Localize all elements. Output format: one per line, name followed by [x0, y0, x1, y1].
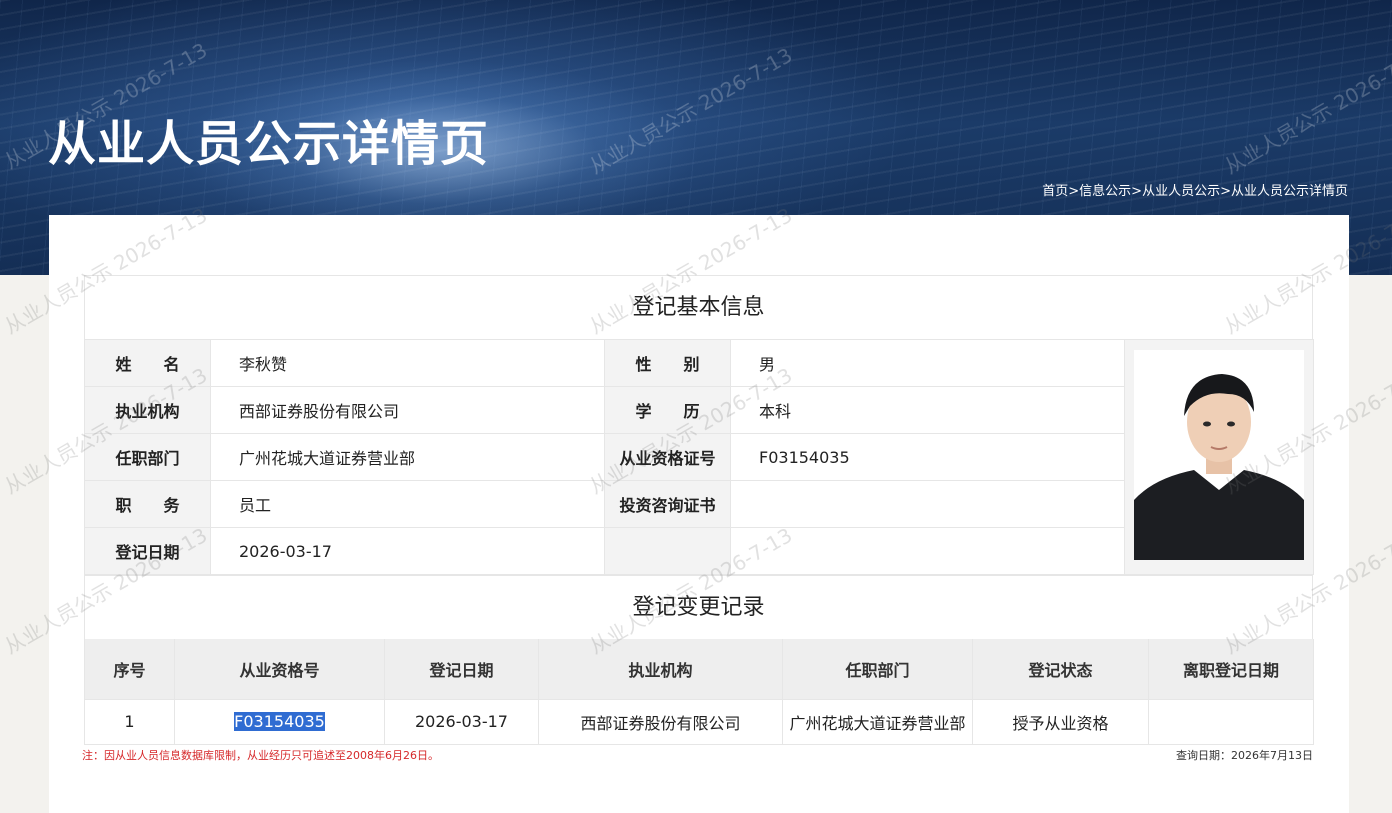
- basic-info-table: 姓 名 李秋赞 性 别 男 执业机构 西部证券股份有限公司 学 历 本科 任职部…: [84, 339, 1314, 575]
- disclaimer-note: 注：因从业人员信息数据库限制，从业经历只可追述至2008年6月26日。: [82, 748, 439, 762]
- empty-value: [730, 527, 1125, 575]
- column-header-department: 任职部门: [782, 639, 973, 700]
- position-value: 员工: [210, 480, 605, 528]
- education-label: 学 历: [604, 386, 731, 434]
- qualification-number-value: F03154035: [730, 433, 1125, 481]
- breadcrumb-practitioner-disclosure-link[interactable]: 从业人员公示: [1142, 184, 1220, 199]
- selected-text[interactable]: F03154035: [234, 712, 325, 731]
- column-header-status: 登记状态: [972, 639, 1149, 700]
- portrait-photo: [1134, 350, 1304, 560]
- cell-status: 授予从业资格: [972, 698, 1149, 745]
- breadcrumb-separator: >: [1068, 184, 1080, 199]
- institution-label: 执业机构: [84, 386, 211, 434]
- department-value: 广州花城大道证券营业部: [210, 433, 605, 481]
- column-header-registration-date: 登记日期: [384, 639, 539, 700]
- registration-date-value: 2026-03-17: [210, 527, 605, 575]
- cell-institution: 西部证券股份有限公司: [538, 698, 783, 745]
- cell-qualification-number[interactable]: F03154035: [174, 698, 385, 745]
- photo-cell: [1124, 339, 1314, 575]
- change-records-table: 序号 从业资格号 登记日期 执业机构 任职部门 登记状态 离职登记日期 1 F0…: [84, 639, 1314, 745]
- info-row: 姓 名 李秋赞 性 别 男: [84, 339, 1314, 575]
- position-label: 职 务: [84, 480, 211, 528]
- breadcrumb-separator: >: [1131, 184, 1143, 199]
- basic-info-section-title: 登记基本信息: [84, 275, 1313, 339]
- query-date: 查询日期：2026年7月13日: [1176, 748, 1313, 762]
- registration-date-label: 登记日期: [84, 527, 211, 575]
- change-records-section-title: 登记变更记录: [84, 575, 1313, 639]
- column-header-qualification-number: 从业资格号: [174, 639, 385, 700]
- name-value: 李秋赞: [210, 339, 605, 387]
- breadcrumb-separator: >: [1220, 184, 1231, 199]
- education-value: 本科: [730, 386, 1125, 434]
- column-header-institution: 执业机构: [538, 639, 783, 700]
- page-title: 从业人员公示详情页: [48, 116, 490, 172]
- column-header-resignation-date: 离职登记日期: [1148, 639, 1314, 700]
- detail-card: 登记基本信息 姓 名 李秋赞 性 别 男 执业机构 西部证券股份有限公司 学 历…: [49, 215, 1349, 813]
- department-label: 任职部门: [84, 433, 211, 481]
- name-label: 姓 名: [84, 339, 211, 387]
- advisory-certificate-value: [730, 480, 1125, 528]
- advisory-certificate-label: 投资咨询证书: [604, 480, 731, 528]
- breadcrumb: 首页>信息公示>从业人员公示>从业人员公示详情页: [1042, 180, 1348, 199]
- detail-content: 登记基本信息 姓 名 李秋赞 性 别 男 执业机构 西部证券股份有限公司 学 历…: [82, 275, 1314, 767]
- cell-index: 1: [84, 698, 175, 745]
- footer-row: 注：因从业人员信息数据库限制，从业经历只可追述至2008年6月26日。 查询日期…: [82, 747, 1313, 767]
- breadcrumb-home-link[interactable]: 首页: [1042, 184, 1068, 199]
- cell-resignation-date: [1148, 698, 1314, 745]
- gender-value: 男: [730, 339, 1125, 387]
- table-header-row: 序号 从业资格号 登记日期 执业机构 任职部门 登记状态 离职登记日期: [84, 639, 1314, 700]
- person-portrait-image: [1134, 350, 1304, 560]
- qualification-number-label: 从业资格证号: [604, 433, 731, 481]
- breadcrumb-info-disclosure-link[interactable]: 信息公示: [1079, 184, 1131, 199]
- cell-registration-date: 2026-03-17: [384, 698, 539, 745]
- cell-department: 广州花城大道证券营业部: [782, 698, 973, 745]
- empty-label: [604, 527, 731, 575]
- breadcrumb-current-page: 从业人员公示详情页: [1230, 184, 1348, 199]
- table-row: 1 F03154035 2026-03-17 西部证券股份有限公司 广州花城大道…: [84, 698, 1314, 745]
- institution-value: 西部证券股份有限公司: [210, 386, 605, 434]
- column-header-index: 序号: [84, 639, 175, 700]
- gender-label: 性 别: [604, 339, 731, 387]
